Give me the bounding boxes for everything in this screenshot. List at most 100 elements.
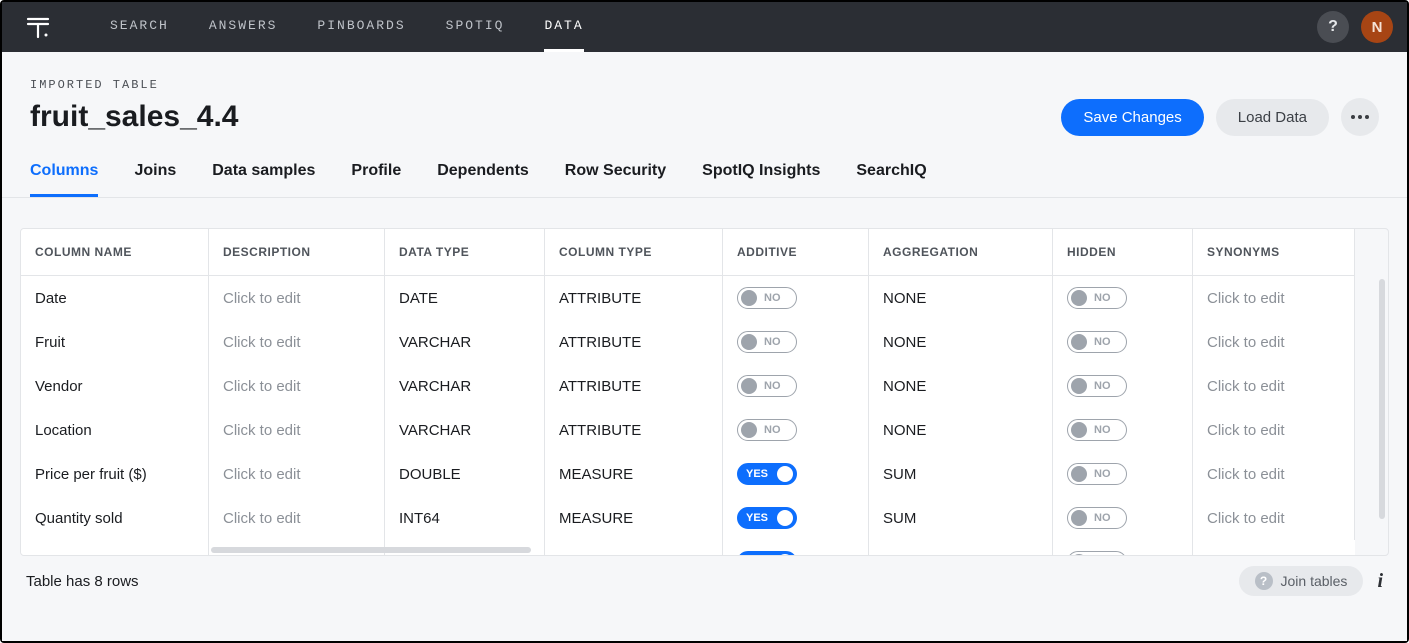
cell-synonyms[interactable]: Click to edit bbox=[1193, 452, 1355, 496]
top-nav: SEARCH ANSWERS PINBOARDS SPOTIQ DATA ? N bbox=[2, 2, 1407, 52]
column-header[interactable]: AGGREGATION bbox=[869, 229, 1053, 276]
load-data-button[interactable]: Load Data bbox=[1216, 99, 1329, 136]
toggle-off[interactable]: NO bbox=[737, 287, 797, 309]
subtab-data-samples[interactable]: Data samples bbox=[212, 162, 315, 197]
cell-datatype[interactable]: DOUBLE bbox=[385, 452, 545, 496]
cell-datatype[interactable]: VARCHAR bbox=[385, 320, 545, 364]
column-header[interactable]: COLUMN TYPE bbox=[545, 229, 723, 276]
subtab-columns[interactable]: Columns bbox=[30, 162, 98, 197]
info-icon[interactable]: i bbox=[1377, 570, 1383, 593]
subtab-searchiq[interactable]: SearchIQ bbox=[856, 162, 926, 197]
toggle-off[interactable]: NO bbox=[1067, 551, 1127, 556]
cell-synonyms[interactable]: Click to edit bbox=[1193, 364, 1355, 408]
toggle-off[interactable]: NO bbox=[737, 331, 797, 353]
columns-table: COLUMN NAMEDESCRIPTIONDATA TYPECOLUMN TY… bbox=[20, 228, 1389, 556]
toggle-on[interactable]: YES bbox=[737, 551, 797, 556]
column-header[interactable]: DESCRIPTION bbox=[209, 229, 385, 276]
cell-column-name[interactable]: Vendor bbox=[21, 364, 209, 408]
cell-column-name[interactable]: Quantity sold bbox=[21, 496, 209, 540]
cell-column-name[interactable]: Location bbox=[21, 408, 209, 452]
app-logo-icon[interactable] bbox=[26, 15, 50, 39]
join-tables-label: Join tables bbox=[1281, 573, 1348, 589]
cell-description[interactable]: Click to edit bbox=[209, 408, 385, 452]
cell-columntype[interactable]: MEASURE bbox=[545, 540, 723, 556]
page-header: IMPORTED TABLE fruit_sales_4.4 Save Chan… bbox=[2, 52, 1407, 136]
nav-tab-pinboards[interactable]: PINBOARDS bbox=[317, 2, 405, 52]
subtab-dependents[interactable]: Dependents bbox=[437, 162, 529, 197]
user-avatar[interactable]: N bbox=[1361, 11, 1393, 43]
cell-additive: YES bbox=[723, 496, 869, 540]
cell-aggregation[interactable]: SUM bbox=[869, 452, 1053, 496]
cell-aggregation[interactable]: SUM bbox=[869, 540, 1053, 556]
cell-aggregation[interactable]: NONE bbox=[869, 408, 1053, 452]
cell-datatype[interactable]: VARCHAR bbox=[385, 408, 545, 452]
cell-columntype[interactable]: ATTRIBUTE bbox=[545, 408, 723, 452]
table-footer: Table has 8 rows ? Join tables i bbox=[2, 558, 1407, 604]
cell-description[interactable]: Click to edit bbox=[209, 496, 385, 540]
subtab-profile[interactable]: Profile bbox=[351, 162, 401, 197]
cell-description[interactable]: Click to edit bbox=[209, 276, 385, 320]
cell-synonyms[interactable]: Click to edit bbox=[1193, 320, 1355, 364]
toggle-off[interactable]: NO bbox=[1067, 331, 1127, 353]
toggle-off[interactable]: NO bbox=[1067, 375, 1127, 397]
join-tables-button[interactable]: ? Join tables bbox=[1239, 566, 1364, 596]
cell-datatype[interactable]: DATE bbox=[385, 276, 545, 320]
cell-aggregation[interactable]: NONE bbox=[869, 276, 1053, 320]
nav-tab-data[interactable]: DATA bbox=[544, 2, 583, 52]
vertical-scrollbar[interactable] bbox=[1379, 279, 1385, 519]
cell-columntype[interactable]: ATTRIBUTE bbox=[545, 364, 723, 408]
more-actions-button[interactable] bbox=[1341, 98, 1379, 136]
column-header[interactable]: SYNONYMS bbox=[1193, 229, 1355, 276]
cell-description[interactable]: Click to edit bbox=[209, 320, 385, 364]
row-count-label: Table has 8 rows bbox=[26, 573, 139, 590]
cell-columntype[interactable]: ATTRIBUTE bbox=[545, 276, 723, 320]
cell-synonyms[interactable]: Click to edit bbox=[1193, 276, 1355, 320]
cell-datatype[interactable]: INT64 bbox=[385, 496, 545, 540]
cell-description[interactable]: Click to edit bbox=[209, 364, 385, 408]
cell-aggregation[interactable]: NONE bbox=[869, 364, 1053, 408]
toggle-off[interactable]: NO bbox=[737, 375, 797, 397]
cell-aggregation[interactable]: SUM bbox=[869, 496, 1053, 540]
cell-column-name[interactable]: Total sale bbox=[21, 540, 209, 556]
cell-description[interactable]: Click to edit bbox=[209, 452, 385, 496]
toggle-off[interactable]: NO bbox=[1067, 419, 1127, 441]
toggle-off[interactable]: NO bbox=[1067, 287, 1127, 309]
column-header[interactable]: ADDITIVE bbox=[723, 229, 869, 276]
cell-hidden: NO bbox=[1053, 408, 1193, 452]
cell-additive: NO bbox=[723, 408, 869, 452]
cell-columntype[interactable]: MEASURE bbox=[545, 452, 723, 496]
cell-additive: YES bbox=[723, 452, 869, 496]
cell-synonyms[interactable]: Click to edit bbox=[1193, 496, 1355, 540]
cell-hidden: NO bbox=[1053, 496, 1193, 540]
cell-aggregation[interactable]: NONE bbox=[869, 320, 1053, 364]
cell-hidden: NO bbox=[1053, 320, 1193, 364]
cell-synonyms[interactable]: Click to edit bbox=[1193, 540, 1355, 556]
cell-column-name[interactable]: Price per fruit ($) bbox=[21, 452, 209, 496]
cell-column-name[interactable]: Date bbox=[21, 276, 209, 320]
cell-hidden: NO bbox=[1053, 276, 1193, 320]
toggle-off[interactable]: NO bbox=[1067, 463, 1127, 485]
help-button[interactable]: ? bbox=[1317, 11, 1349, 43]
cell-datatype[interactable]: VARCHAR bbox=[385, 364, 545, 408]
subtab-row-security[interactable]: Row Security bbox=[565, 162, 666, 197]
nav-tab-search[interactable]: SEARCH bbox=[110, 2, 169, 52]
toggle-off[interactable]: NO bbox=[737, 419, 797, 441]
toggle-on[interactable]: YES bbox=[737, 463, 797, 485]
cell-columntype[interactable]: MEASURE bbox=[545, 496, 723, 540]
nav-tab-answers[interactable]: ANSWERS bbox=[209, 2, 278, 52]
toggle-on[interactable]: YES bbox=[737, 507, 797, 529]
save-changes-button[interactable]: Save Changes bbox=[1061, 99, 1203, 136]
subtab-joins[interactable]: Joins bbox=[134, 162, 176, 197]
column-header[interactable]: COLUMN NAME bbox=[21, 229, 209, 276]
kebab-icon bbox=[1351, 115, 1369, 119]
cell-columntype[interactable]: ATTRIBUTE bbox=[545, 320, 723, 364]
subtab-spotiq-insights[interactable]: SpotIQ Insights bbox=[702, 162, 820, 197]
column-header[interactable]: DATA TYPE bbox=[385, 229, 545, 276]
horizontal-scrollbar[interactable] bbox=[211, 547, 531, 553]
toggle-off[interactable]: NO bbox=[1067, 507, 1127, 529]
object-type-label: IMPORTED TABLE bbox=[30, 78, 1379, 92]
column-header[interactable]: HIDDEN bbox=[1053, 229, 1193, 276]
cell-column-name[interactable]: Fruit bbox=[21, 320, 209, 364]
cell-synonyms[interactable]: Click to edit bbox=[1193, 408, 1355, 452]
nav-tab-spotiq[interactable]: SPOTIQ bbox=[446, 2, 505, 52]
